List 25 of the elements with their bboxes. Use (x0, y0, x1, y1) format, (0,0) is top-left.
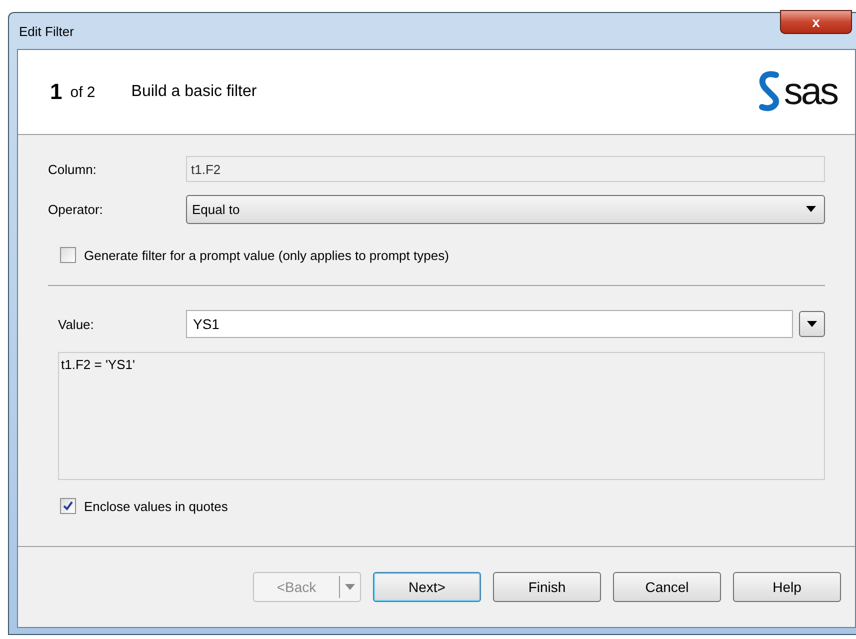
value-field[interactable]: YS1 (186, 310, 793, 338)
operator-dropdown[interactable]: Equal to (186, 194, 825, 224)
checkbox-label: Generate filter for a prompt value (only applies to prompt types) (84, 248, 449, 262)
caret-icon (345, 584, 355, 590)
value-label: Value: (58, 316, 95, 332)
column-field: t1.F2 (186, 156, 825, 182)
logo-text: sas (784, 70, 837, 114)
operator-label: Operator: (48, 202, 104, 216)
checkbox-label: Enclose values in quotes (84, 498, 228, 514)
close-button[interactable]: x (780, 10, 852, 34)
wizard-button[interactable]: Help (733, 572, 841, 602)
wizard-button[interactable]: Finish (493, 572, 601, 602)
step-count: of 2 (70, 84, 96, 100)
caret-icon (807, 321, 817, 327)
wizard-button[interactable]: Next> (373, 572, 481, 602)
step-number: 1 (50, 79, 62, 105)
value-dropdown-button[interactable] (799, 311, 825, 337)
window-title: Edit Filter (19, 24, 74, 38)
expression-preview: t1.F2 = 'YS1' (58, 352, 825, 480)
wizard-button[interactable]: Cancel (613, 572, 721, 602)
checkbox[interactable] (60, 498, 76, 514)
column-label: Column: (48, 162, 98, 176)
step-title: Build a basic filter (131, 83, 258, 101)
checkbox[interactable] (60, 247, 76, 263)
caret-icon (806, 206, 816, 212)
